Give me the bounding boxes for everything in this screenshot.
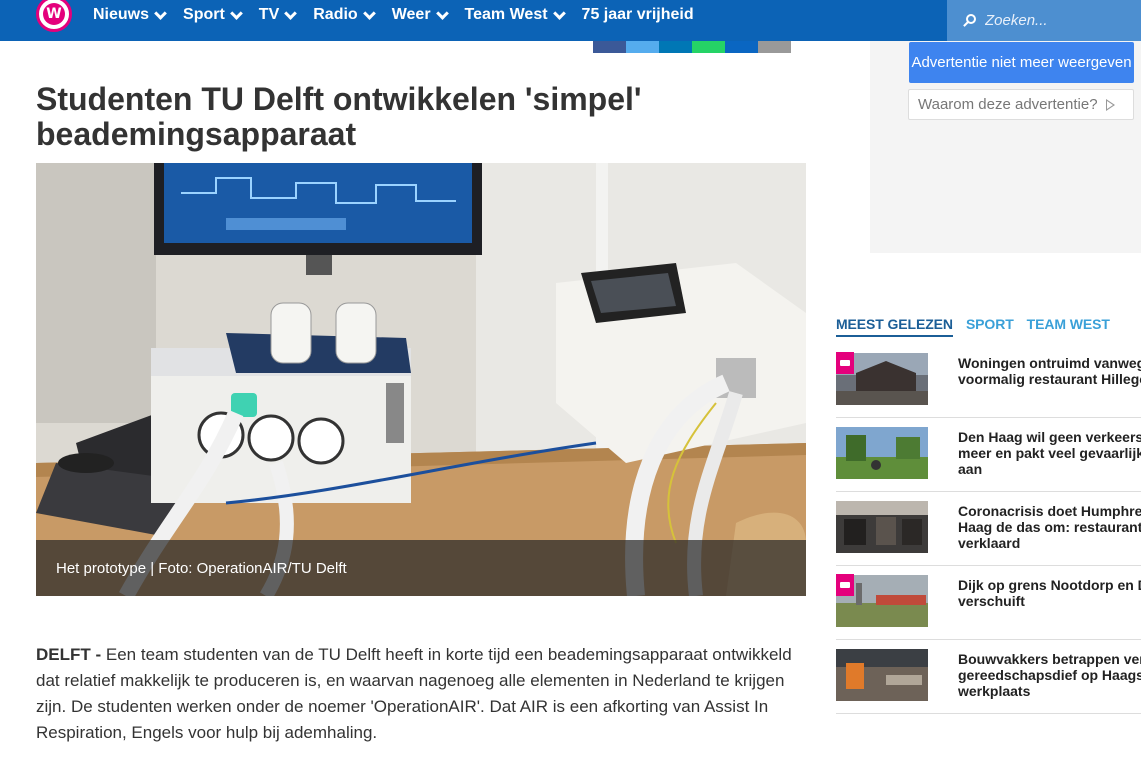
chevron-down-icon (284, 6, 298, 20)
twitter-share-button[interactable] (626, 41, 659, 53)
main-nav: Nieuws Sport TV Radio Weer Team West 75 … (93, 0, 712, 30)
photo-caption-bar: Het prototype | Foto: OperationAIR/TU De… (36, 540, 806, 596)
facebook-share-button[interactable] (593, 41, 626, 53)
list-item[interactable]: Bouwvakkers betrappen ver gereedschapsdie… (836, 640, 1141, 714)
linkedin-share-button[interactable] (659, 41, 692, 53)
news-title: Coronacrisis doet Humphrey Haag de das om… (958, 503, 1141, 551)
whatsapp-share-button[interactable] (692, 41, 725, 53)
article-photo[interactable]: Het prototype | Foto: OperationAIR/TU De… (36, 163, 806, 596)
nav-item-tv[interactable]: TV (258, 6, 298, 24)
nav-label: Team West (464, 6, 548, 23)
nav-item-75-jaar-vrijheid[interactable]: 75 jaar vrijheid (582, 6, 694, 24)
why-this-ad-label: Waarom deze advertentie? (918, 96, 1098, 113)
news-title: Den Haag wil geen verkeers meer en pakt v… (958, 429, 1141, 477)
chevron-down-icon (552, 6, 566, 20)
logo-letter: W (43, 3, 65, 25)
stop-showing-ad-button[interactable]: Advertentie niet meer weergeven (909, 42, 1134, 83)
sidebar-tabs: MEEST GELEZEN SPORT TEAM WEST (836, 316, 1110, 337)
why-this-ad-button[interactable]: Waarom deze advertentie? (908, 89, 1134, 120)
article-intro: DELFT - Een team studenten van de TU Del… (36, 642, 796, 746)
nav-item-radio[interactable]: Radio (313, 6, 376, 24)
messenger-share-button[interactable] (725, 41, 758, 53)
tab-team-west[interactable]: TEAM WEST (1027, 316, 1110, 337)
chevron-down-icon (435, 6, 449, 20)
chevron-down-icon (154, 6, 167, 20)
list-item[interactable]: Den Haag wil geen verkeers meer en pakt v… (836, 418, 1141, 492)
nav-label: TV (258, 6, 280, 23)
news-thumbnail (836, 501, 928, 553)
nav-label: 75 jaar vrijheid (581, 6, 694, 23)
email-share-button[interactable] (758, 41, 791, 53)
nav-item-team-west[interactable]: Team West (464, 6, 566, 24)
top-navigation-bar: W Nieuws Sport TV Radio Weer Team West 7… (0, 0, 1141, 41)
search-icon[interactable] (963, 13, 977, 28)
nav-item-sport[interactable]: Sport (183, 6, 243, 24)
chevron-down-icon (229, 6, 243, 20)
chevron-down-icon (362, 6, 376, 20)
list-item[interactable]: Woningen ontruimd vanweg voormalig restau… (836, 344, 1141, 418)
news-title: Woningen ontruimd vanweg voormalig restau… (958, 355, 1141, 387)
search-box (947, 0, 1141, 41)
nav-label: Nieuws (93, 6, 150, 23)
news-title: Bouwvakkers betrappen ver gereedschapsdie… (958, 651, 1141, 699)
ad-info-arrow-icon (1105, 98, 1115, 111)
ventilator-prototype-image (36, 163, 806, 596)
nav-item-nieuws[interactable]: Nieuws (93, 6, 167, 24)
most-read-list: Woningen ontruimd vanweg voormalig restau… (836, 344, 1141, 714)
news-thumbnail (836, 649, 928, 701)
video-icon (836, 574, 854, 596)
search-input[interactable] (985, 12, 1135, 29)
article-title: Studenten TU Delft ontwikkelen 'simpel' … (36, 81, 642, 152)
list-item[interactable]: Coronacrisis doet Humphrey Haag de das om… (836, 492, 1141, 566)
article-dateline: DELFT - (36, 645, 106, 664)
tab-meest-gelezen[interactable]: MEEST GELEZEN (836, 316, 953, 337)
nav-item-weer[interactable]: Weer (391, 6, 449, 24)
nav-label: Weer (391, 6, 431, 23)
video-icon (836, 352, 854, 374)
list-item[interactable]: Dijk op grens Nootdorp en Dverschuift (836, 566, 1141, 640)
tab-sport[interactable]: SPORT (966, 316, 1014, 337)
omroep-west-logo[interactable]: W (36, 0, 72, 32)
share-buttons (593, 41, 791, 53)
nav-label: Radio (313, 6, 358, 23)
nav-label: Sport (183, 6, 225, 23)
photo-caption: Het prototype | Foto: OperationAIR/TU De… (56, 560, 347, 577)
news-title: Dijk op grens Nootdorp en Dverschuift (958, 577, 1141, 609)
article-intro-text: Een team studenten van de TU Delft heeft… (36, 645, 792, 742)
news-thumbnail (836, 427, 928, 479)
